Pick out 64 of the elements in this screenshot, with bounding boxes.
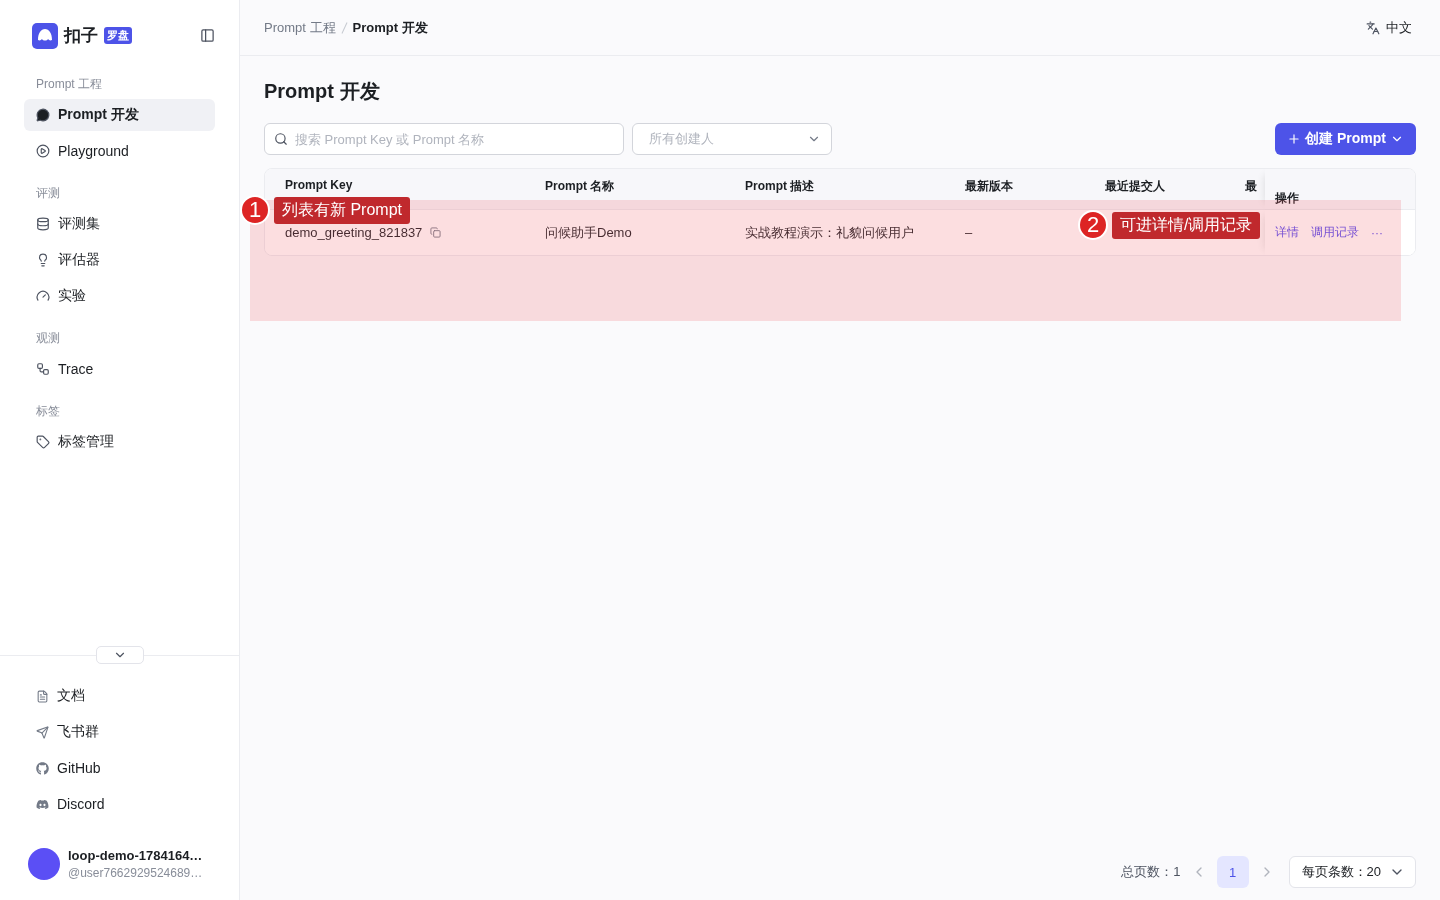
nav-icon <box>36 797 49 811</box>
nav-icon <box>36 253 50 267</box>
nav-icon <box>36 761 49 775</box>
row-action-link[interactable]: 详情 <box>1275 224 1299 241</box>
nav-item[interactable]: GitHub <box>24 752 215 784</box>
breadcrumb-item[interactable]: Prompt 工程 <box>264 18 336 37</box>
page-size-select[interactable]: 每页条数：20 <box>1288 856 1416 888</box>
row-action-link[interactable]: 调用记录 <box>1311 224 1359 241</box>
annotation-number: 1 <box>240 195 270 225</box>
user-avatar[interactable] <box>28 848 60 880</box>
user-name: loop-demo-1784164… <box>68 848 203 863</box>
nav-icon <box>36 108 50 122</box>
logo-icon <box>32 22 58 49</box>
annotation-label: 可进详情/调用记录 <box>1112 211 1261 239</box>
nav-item[interactable]: Prompt 开发 <box>24 99 215 131</box>
nav-icon <box>36 144 50 158</box>
nav-item[interactable]: 评测集 <box>24 208 215 240</box>
nav-item[interactable]: Discord <box>24 788 215 820</box>
user-handle: @user7662929524689… <box>68 866 203 880</box>
row-action-link[interactable]: ··· <box>1371 225 1383 240</box>
column-header: 最新版本 <box>965 178 1014 195</box>
nav-item[interactable]: Playground <box>24 135 215 167</box>
copy-icon[interactable] <box>430 227 442 238</box>
column-header: Prompt Key <box>285 177 353 192</box>
collapse-button[interactable] <box>96 646 144 664</box>
nav-item[interactable]: 标签管理 <box>24 426 215 458</box>
nav-icon <box>36 725 49 739</box>
plus-icon <box>1287 132 1302 146</box>
column-header: 最 <box>1245 178 1258 195</box>
breadcrumb-item[interactable]: Prompt 开发 <box>352 18 428 37</box>
create-button[interactable]: 创建 Prompt <box>1275 123 1416 155</box>
sidebar-toggle-icon[interactable] <box>200 28 215 43</box>
nav-group-title: 评测 <box>35 185 61 202</box>
nav-icon <box>36 217 50 231</box>
table-cell-text: 实战教程演示：礼貌问候用户 <box>745 223 915 242</box>
table-cell-text: – <box>965 225 974 240</box>
translate-icon <box>1366 20 1380 35</box>
nav-item[interactable]: 飞书群 <box>24 716 215 748</box>
nav-item[interactable]: 评估器 <box>24 244 215 276</box>
nav-item[interactable]: 文档 <box>24 680 215 712</box>
nav-icon <box>36 362 50 376</box>
page-button[interactable]: 1 <box>1216 856 1249 888</box>
logo-name: 扣子 <box>64 25 98 47</box>
logo-badge: 罗盘 <box>104 27 132 44</box>
table-cell: demo_greeting_821837 <box>285 225 423 240</box>
language-menu-button[interactable]: 中文 <box>1366 18 1412 37</box>
nav-group-title: Prompt 工程 <box>35 76 103 93</box>
column-header: Prompt 名称 <box>545 178 616 195</box>
nav-icon <box>36 289 50 303</box>
page-title: Prompt 开发 <box>264 79 381 104</box>
nav-icon <box>36 435 50 449</box>
search-icon <box>274 132 288 146</box>
nav-item[interactable]: Trace <box>24 353 215 385</box>
nav-group-title: 标签 <box>35 403 61 420</box>
nav-icon <box>36 689 49 703</box>
nav-group-title: 观测 <box>35 330 61 347</box>
column-header: 最近提交人 <box>1105 178 1166 195</box>
total-pages: 总页数：1 <box>1121 863 1181 881</box>
column-header: 操作 <box>1275 189 1299 207</box>
search-field[interactable]: 搜索 Prompt Key 或 Prompt 名称 <box>264 123 624 155</box>
nav-item[interactable]: 实验 <box>24 280 215 312</box>
annotation-label: 列表有新 Prompt <box>274 196 410 224</box>
table-cell-text: 问候助手Demo <box>545 223 633 242</box>
column-header: Prompt 描述 <box>745 178 816 195</box>
